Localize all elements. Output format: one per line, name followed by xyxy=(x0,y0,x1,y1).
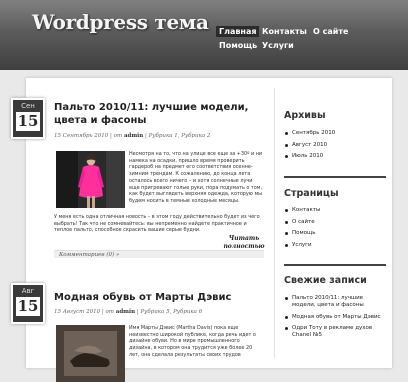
bullet-icon xyxy=(285,220,288,224)
bullet-icon xyxy=(285,132,288,135)
nav-item-about[interactable]: О сайте xyxy=(310,26,351,37)
nav-item-contacts[interactable]: Контакты xyxy=(259,26,310,37)
post-excerpt: Имя Марты Дэвис (Martha Davis) пока еще … xyxy=(129,325,256,358)
bullet-icon xyxy=(285,315,288,319)
recent-post-item[interactable]: Пальто 2010/11: лучшие модели, цвета и ф… xyxy=(284,295,388,309)
post-meta-from: от xyxy=(113,133,123,139)
archive-item[interactable]: Июль 2010 xyxy=(284,151,388,163)
nav-item-services[interactable]: Услуги xyxy=(259,40,297,51)
bullet-icon xyxy=(285,327,288,331)
recent-post-item[interactable]: Модная обувь от Марты Дэвис xyxy=(284,314,388,321)
page-item-about[interactable]: О сайте xyxy=(284,217,388,229)
date-day: 15 xyxy=(16,112,40,131)
read-more-link[interactable]: Читать полностью xyxy=(221,235,267,251)
widget-title-archives: Архивы xyxy=(284,110,326,121)
bullet-icon xyxy=(285,297,288,300)
archive-item[interactable]: Август 2010 xyxy=(284,140,388,152)
post-meta: 15 Август 2010 | от admin | Рубрика 5, Р… xyxy=(54,309,203,315)
site-header: Wordpress тема Главная Контакты О сайте … xyxy=(0,0,408,70)
post-categories[interactable]: Рубрика 5, Рубрика 6 xyxy=(140,309,202,315)
post-title[interactable]: Модная обувь от Марты Дэвис xyxy=(54,291,259,304)
post-text: У меня есть одна отличная новость – в эт… xyxy=(54,214,260,234)
archives-list: Сентябрь 2010 Август 2010 Июль 2010 xyxy=(284,128,388,163)
date-month: Авг xyxy=(21,287,35,295)
date-badge: Сен 15 xyxy=(11,98,45,139)
post-author[interactable]: admin xyxy=(124,133,143,139)
post-title[interactable]: Пальто 2010/11: лучшие модели, цвета и ф… xyxy=(54,101,259,127)
shoes-photo-image xyxy=(56,325,125,382)
post-author[interactable]: admin xyxy=(116,309,135,315)
content-container: Сен 15 Пальто 2010/11: лучшие модели, цв… xyxy=(11,78,392,382)
site-title[interactable]: Wordpress тема xyxy=(32,10,209,34)
bullet-icon xyxy=(285,232,288,235)
bullet-icon xyxy=(285,143,288,147)
recent-posts-list: Пальто 2010/11: лучшие модели, цвета и ф… xyxy=(284,295,388,344)
post-meta-from: от xyxy=(105,309,115,315)
bullet-icon xyxy=(285,155,288,158)
widget-separator xyxy=(284,264,386,266)
page-item-help[interactable]: Помощь xyxy=(284,228,388,240)
widget-separator xyxy=(284,176,386,178)
date-badge: Авг 15 xyxy=(11,283,45,324)
post-thumbnail[interactable] xyxy=(56,325,125,382)
widget-title-pages: Страницы xyxy=(284,188,339,199)
nav-item-home[interactable]: Главная xyxy=(216,26,260,37)
archive-item[interactable]: Сентябрь 2010 xyxy=(284,128,388,140)
post-categories[interactable]: Рубрика 1, Рубрика 2 xyxy=(149,133,211,139)
recent-post-item[interactable]: Одри Тоту в рекламе духов Chanel №5 xyxy=(284,325,388,339)
page-item-services[interactable]: Услуги xyxy=(284,240,388,252)
post-excerpt: Несмотря на то, что на улице все еще за … xyxy=(129,151,263,204)
bullet-icon xyxy=(285,243,288,247)
post-thumbnail[interactable] xyxy=(56,151,125,208)
date-day: 15 xyxy=(16,297,40,316)
fashion-photo-image xyxy=(56,151,125,208)
pages-list: Контакты О сайте Помощь Услуги xyxy=(284,205,388,251)
post-date: 15 Сентябрь 2010 xyxy=(54,133,109,139)
comments-link[interactable]: Комментариев (0) » xyxy=(54,250,264,258)
page-item-contacts[interactable]: Контакты xyxy=(284,205,388,217)
date-month: Сен xyxy=(21,102,35,110)
bullet-icon xyxy=(285,209,288,212)
sidebar-divider xyxy=(274,88,275,358)
widget-title-recent: Свежие записи xyxy=(284,275,367,286)
nav-item-help[interactable]: Помощь xyxy=(216,40,260,51)
post-date: 15 Август 2010 xyxy=(54,309,101,315)
post-meta: 15 Сентябрь 2010 | от admin | Рубрика 1,… xyxy=(54,133,211,139)
